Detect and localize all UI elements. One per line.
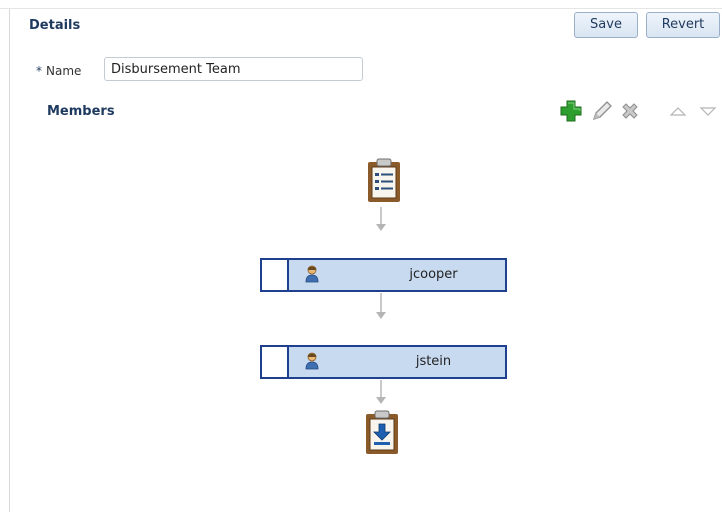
members-heading: Members: [47, 104, 115, 119]
delete-icon[interactable]: [617, 98, 643, 124]
member-drag-handle[interactable]: [262, 347, 289, 377]
member-name: jcooper: [409, 267, 458, 282]
top-divider: [0, 0, 722, 9]
name-label-group: * Name: [36, 59, 81, 82]
clipboard-list-icon: [366, 158, 402, 207]
flow-connector: [380, 207, 382, 225]
move-up-icon[interactable]: [668, 98, 688, 124]
flow-arrow: [376, 224, 386, 231]
flow-arrow: [376, 312, 386, 319]
user-icon: [305, 265, 319, 286]
edit-icon[interactable]: [588, 98, 614, 124]
flow-connector: [380, 293, 382, 313]
clipboard-download-icon: [364, 410, 400, 459]
member-drag-handle[interactable]: [262, 260, 289, 290]
details-heading: Details: [29, 18, 81, 33]
left-divider: [9, 9, 10, 512]
flow-arrow: [376, 397, 386, 404]
name-label: Name: [46, 63, 82, 78]
user-icon: [305, 352, 319, 373]
save-button[interactable]: Save: [574, 12, 638, 38]
member-row[interactable]: jcooper: [260, 258, 507, 292]
revert-button[interactable]: Revert: [646, 12, 720, 38]
move-down-icon[interactable]: [698, 98, 718, 124]
member-row[interactable]: jstein: [260, 345, 507, 379]
name-field[interactable]: [104, 57, 363, 81]
add-icon[interactable]: [558, 98, 584, 124]
flow-connector: [380, 380, 382, 398]
member-name: jstein: [415, 354, 452, 369]
required-marker: *: [36, 63, 42, 78]
